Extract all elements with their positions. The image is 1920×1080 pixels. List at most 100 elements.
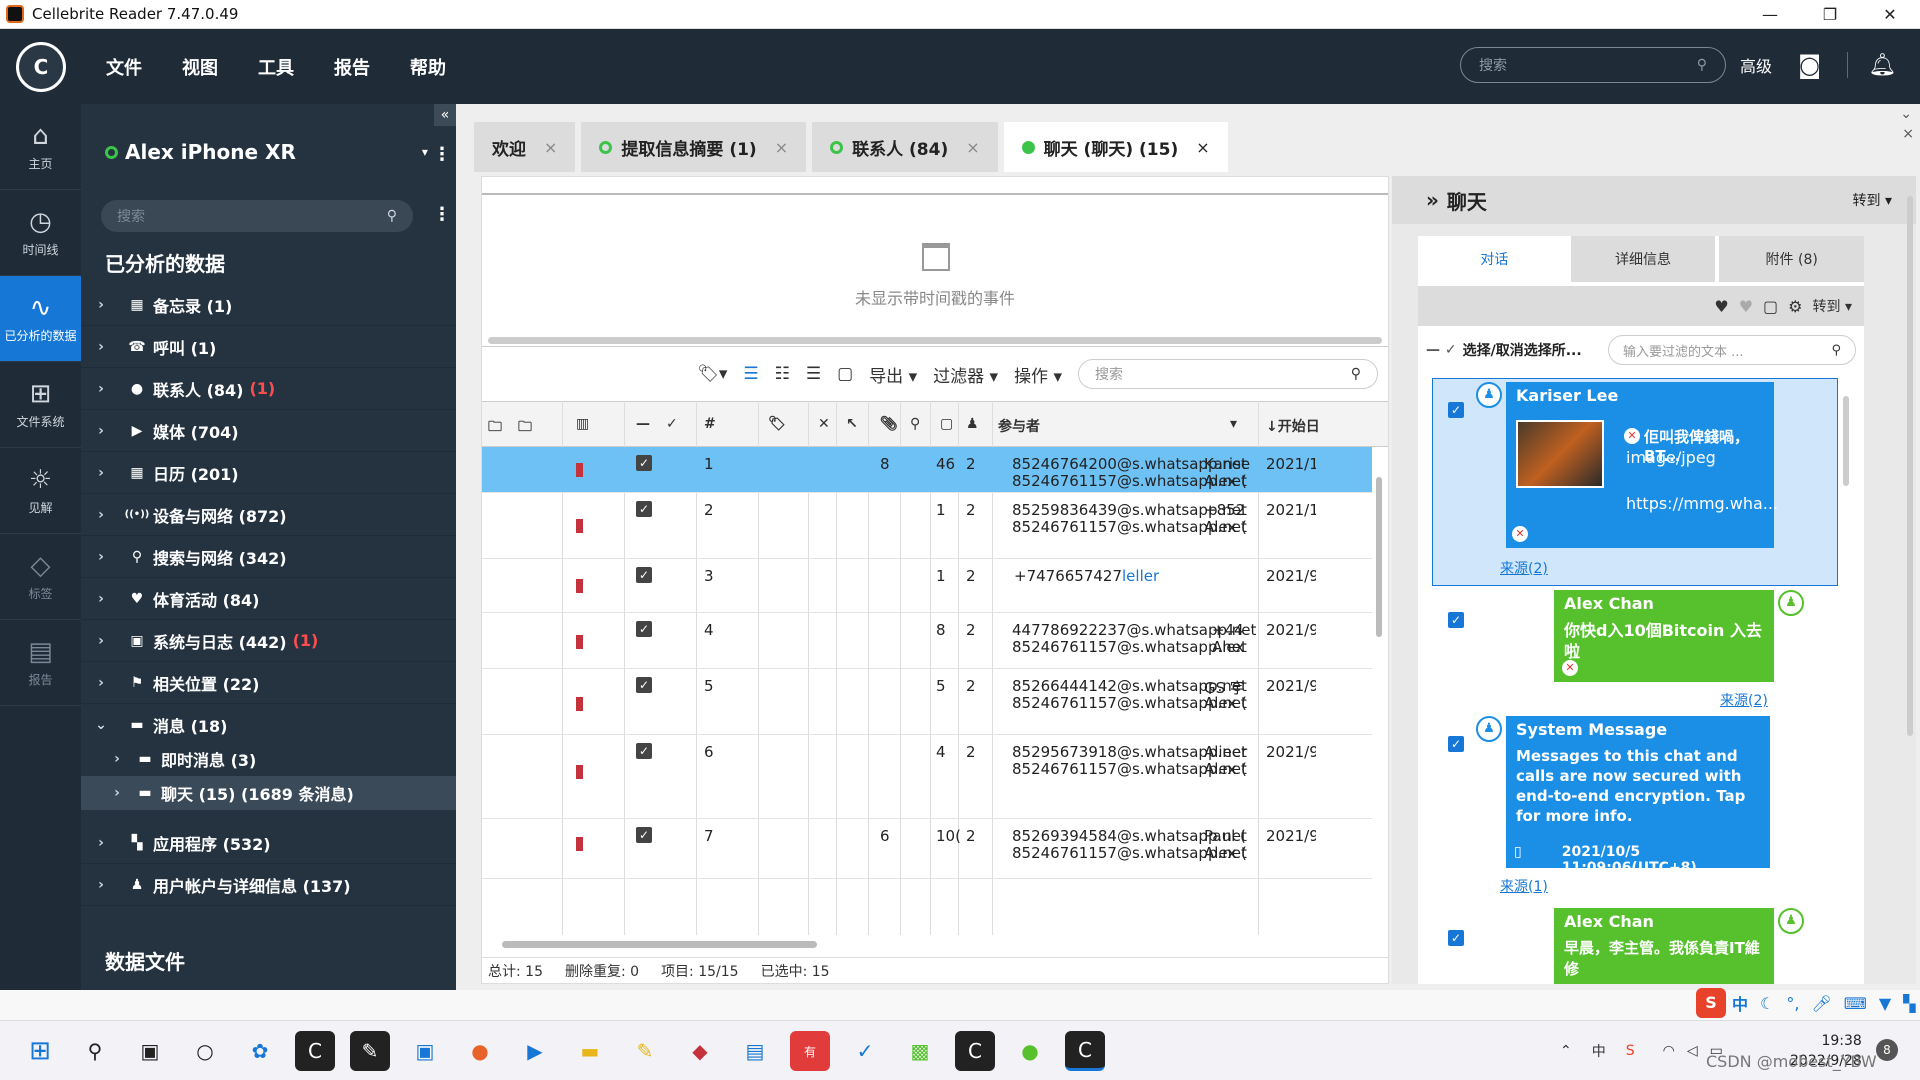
app-icon[interactable]: ◆ <box>680 1031 720 1071</box>
image-thumbnail[interactable] <box>1516 420 1604 488</box>
volume-icon[interactable]: ◁ <box>1687 1043 1698 1059</box>
menu-report[interactable]: 报告 <box>334 54 370 80</box>
source-link[interactable]: 来源(2) <box>1720 690 1768 710</box>
chevron-right-icon[interactable]: › <box>81 381 121 397</box>
youdao-icon[interactable]: 有 <box>790 1031 830 1071</box>
attachment-column-icon[interactable]: 📎︎ <box>880 416 898 432</box>
camera-icon[interactable]: ◙ <box>1798 51 1821 79</box>
tree-item-calls[interactable]: › ☎ 呼叫 (1) <box>81 326 456 368</box>
cellebrite-taskbar-icon[interactable]: C <box>295 1031 335 1071</box>
detail-view-icon[interactable]: ☰ <box>806 364 821 384</box>
shirt-icon[interactable]: ▼ <box>1879 994 1891 1013</box>
row-checkbox[interactable]: ✓ <box>636 677 652 693</box>
row-checkbox[interactable]: ✓ <box>636 621 652 637</box>
close-tab-icon[interactable]: × <box>544 138 557 157</box>
chevron-up-icon[interactable]: ⌃ <box>1560 1043 1572 1059</box>
message-bubble[interactable]: System Message Messages to this chat and… <box>1506 716 1770 876</box>
notepad-icon[interactable]: ▤ <box>735 1031 775 1071</box>
chat-view-icon[interactable]: ▢ <box>837 364 853 384</box>
punctuation-icon[interactable]: °, <box>1786 994 1799 1013</box>
message-bubble[interactable]: Kariser Lee ✕ 佢叫我俾錢喎，BT... image/jpeg ht… <box>1506 382 1778 548</box>
tree-item-locations[interactable]: › ⚑ 相关位置 (22) <box>81 662 456 704</box>
pointer-column-icon[interactable]: ↖ <box>846 416 858 432</box>
nav-tags[interactable]: ◇ 标签 <box>0 534 81 620</box>
device-menu-icon[interactable]: ⋮ <box>433 144 451 165</box>
chevron-down-icon[interactable]: ⌄ <box>81 717 121 733</box>
app-icon[interactable]: ✎ <box>350 1031 390 1071</box>
grid-search-input[interactable]: 搜索 ⚲ <box>1078 359 1378 389</box>
filter-button[interactable]: 过滤器 ▾ <box>933 362 998 387</box>
source-link[interactable]: 来源(1) <box>1500 876 1548 896</box>
chevron-right-icon[interactable]: › <box>81 507 121 523</box>
tree-item-instant-messages[interactable]: › ▬ 即时消息 (3) <box>81 742 456 776</box>
deleted-column-icon[interactable]: ✕ <box>818 416 830 432</box>
close-tab-icon[interactable]: × <box>1196 138 1209 157</box>
chevron-right-icon[interactable]: › <box>81 339 121 355</box>
tree-item-fitness[interactable]: › ♥ 体育活动 (84) <box>81 578 456 620</box>
tree-item-system-logs[interactable]: › ▣ 系统与日志 (442) (1) <box>81 620 456 662</box>
row-checkbox[interactable]: ✓ <box>636 501 652 517</box>
tab-chats[interactable]: 聊天 (聊天) (15) × <box>1003 122 1228 172</box>
timeline-scrollbar[interactable] <box>488 337 1382 344</box>
gear-icon[interactable]: ⚙ <box>1788 297 1802 316</box>
message-checkbox[interactable]: ✓ <box>1448 930 1464 946</box>
goto-dropdown[interactable]: 转到 ▾ <box>1853 190 1892 210</box>
restore-button[interactable]: ❐ <box>1800 0 1860 29</box>
source-link[interactable]: 来源(2) <box>1500 558 1548 578</box>
cortana-icon[interactable]: ○ <box>185 1031 225 1071</box>
tab-welcome[interactable]: 欢迎 × <box>474 122 576 172</box>
row-checkbox[interactable]: ✓ <box>636 827 652 843</box>
close-tab-icon[interactable]: × <box>775 138 788 157</box>
sogou-icon[interactable]: S <box>1696 988 1726 1018</box>
tree-item-chats[interactable]: › ▬ 聊天 (15) (1689 条消息) <box>81 776 456 810</box>
tree-item-memos[interactable]: › ▦ 备忘录 (1) <box>81 284 456 326</box>
bell-icon[interactable]: 🔔︎ <box>1868 53 1896 78</box>
nav-insights[interactable]: ☼ 见解 <box>0 448 81 534</box>
message-checkbox[interactable]: ✓ <box>1448 612 1464 628</box>
chevron-right-icon[interactable]: › <box>81 297 121 313</box>
messages-column-icon[interactable]: ▢ <box>940 416 953 432</box>
message-checkbox[interactable]: ✓ <box>1448 402 1464 418</box>
device-selector[interactable]: Alex iPhone XR ▾ <box>105 140 428 164</box>
notification-icon[interactable]: 8 <box>1876 1039 1898 1061</box>
grid-horizontal-scrollbar[interactable] <box>502 941 1366 948</box>
chat-bubbles-icon[interactable]: ▢ <box>1763 297 1778 316</box>
column-start-date[interactable]: ↓开始日 <box>1266 416 1320 436</box>
tag-column-icon[interactable]: 🏷︎ <box>768 416 786 432</box>
app-icon[interactable]: ✎ <box>625 1031 665 1071</box>
tree-item-device-network[interactable]: › ((•)) 设备与网络 (872) <box>81 494 456 536</box>
tree-item-contacts[interactable]: › ● 联系人 (84) (1) <box>81 368 456 410</box>
nav-file-system[interactable]: ⊞ 文件系统 <box>0 362 81 448</box>
tab-attachments[interactable]: 附件 (8) <box>1719 236 1865 282</box>
menu-view[interactable]: 视图 <box>182 54 218 80</box>
table-row[interactable]: ✓ 4 8 2 447786922237@s.whatsapp.net 8524… <box>482 613 1372 669</box>
tree-search-menu-icon[interactable]: ⋮ <box>433 204 451 225</box>
app-icon[interactable]: C <box>1065 1031 1105 1071</box>
app-icon[interactable]: ✿ <box>240 1031 280 1071</box>
select-all-button[interactable]: 选择/取消选择所... <box>1463 340 1582 360</box>
tree-item-user-accounts[interactable]: › ♟ 用户帐户与详细信息 (137) <box>81 864 456 906</box>
close-button[interactable]: ✕ <box>1860 0 1920 29</box>
menu-file[interactable]: 文件 <box>106 54 142 80</box>
row-checkbox[interactable]: ✓ <box>636 743 652 759</box>
row-checkbox[interactable]: ✓ <box>636 567 652 583</box>
keyboard-icon[interactable]: ⌨ <box>1844 994 1867 1013</box>
chevron-right-icon[interactable]: › <box>81 835 121 851</box>
list-view-icon[interactable]: ☰ <box>743 364 758 384</box>
chevron-right-icon[interactable]: › <box>81 549 121 565</box>
add-tag-icon[interactable]: ♥ <box>1714 297 1728 316</box>
table-row[interactable]: ✓ 7 6 10( 2 85269394584@s.whatsapp.net 8… <box>482 819 1372 879</box>
menu-tools[interactable]: 工具 <box>258 54 294 80</box>
app-icon[interactable]: ▶ <box>515 1031 555 1071</box>
participants-column-icon[interactable]: ♟ <box>966 416 979 432</box>
minimize-button[interactable]: — <box>1740 0 1800 29</box>
tree-item-search-web[interactable]: › ⚲ 搜索与网络 (342) <box>81 536 456 578</box>
tag-dropdown-icon[interactable]: 🏷︎▾ <box>697 364 727 384</box>
select-toggle-icon[interactable]: — ✓ <box>1426 342 1457 358</box>
tree-item-applications[interactable]: › ▚ 应用程序 (532) <box>81 822 456 864</box>
windows-start-icon[interactable]: ⊞ <box>20 1031 60 1071</box>
app-icon[interactable]: ▩ <box>900 1031 940 1071</box>
column-number[interactable]: # <box>704 416 716 432</box>
folder-open-icon[interactable]: 🗀︎ <box>488 416 502 440</box>
wifi-icon[interactable]: ◠ <box>1663 1043 1675 1059</box>
